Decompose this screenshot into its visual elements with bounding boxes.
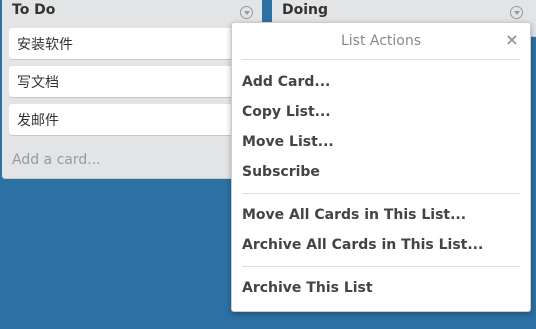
move-list-action[interactable]: Move List... (242, 130, 520, 154)
subscribe-action[interactable]: Subscribe (242, 160, 520, 184)
add-card-action[interactable]: Add Card... (242, 70, 520, 94)
move-all-cards-action[interactable]: Move All Cards in This List... (242, 203, 520, 227)
divider (242, 266, 520, 267)
list-actions-popover: List Actions × Add Card... Copy List... … (231, 22, 531, 312)
list-header: To Do (2, 0, 262, 26)
add-card-link[interactable]: Add a card... (12, 152, 101, 168)
chevron-down-circle-icon[interactable] (240, 6, 253, 19)
archive-all-cards-action[interactable]: Archive All Cards in This List... (242, 233, 520, 257)
popover-title: List Actions (340, 33, 422, 49)
divider (242, 193, 520, 194)
copy-list-action[interactable]: Copy List... (242, 100, 520, 124)
card[interactable]: 安装软件 (9, 28, 249, 59)
card[interactable]: 写文档 (9, 66, 249, 97)
chevron-down-circle-icon[interactable] (510, 6, 523, 19)
list-title: Doing (282, 2, 329, 18)
close-icon[interactable]: × (504, 31, 520, 49)
list-title: To Do (12, 2, 56, 18)
list-todo: To Do 安装软件 写文档 发邮件 Add a card... (2, 0, 262, 178)
divider (242, 59, 520, 60)
archive-list-action[interactable]: Archive This List (242, 276, 520, 300)
card[interactable]: 发邮件 (9, 104, 249, 135)
